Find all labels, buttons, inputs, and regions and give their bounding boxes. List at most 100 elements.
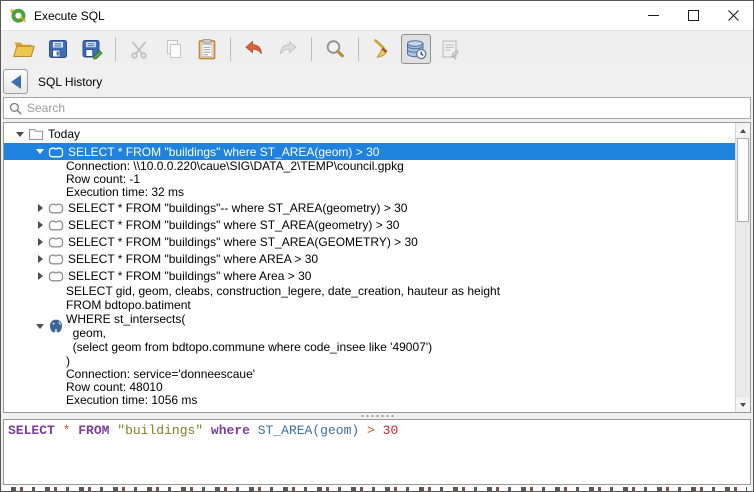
find-button[interactable] [320,34,350,64]
sql-token [359,423,367,438]
clipped-text-row [3,485,751,491]
undo-icon [242,37,266,61]
sql-token: where [211,423,250,438]
history-item-query: SELECT * FROM "buildings"-- where ST_ARE… [66,201,407,215]
copy-button [158,34,188,64]
toolbar-separator [311,37,312,61]
sql-token: "buildings" [117,423,203,438]
sql-token: SELECT [8,423,55,438]
history-item[interactable]: SELECT * FROM "buildings" where ST_AREA(… [4,216,735,233]
history-item[interactable]: SELECT * FROM "buildings" where ST_AREA(… [4,143,735,160]
save-button[interactable] [43,34,73,64]
toolbar-separator [115,37,116,61]
gpkg-icon [48,217,66,233]
close-icon [728,10,739,21]
maximize-button[interactable] [673,1,713,30]
copy-icon [161,37,185,61]
scroll-up-icon [740,129,746,133]
history-item[interactable]: SELECT * FROM "buildings" where Area > 3… [4,267,735,284]
scrollbar-thumb[interactable] [737,138,749,222]
postgres-icon [48,318,66,334]
expand-arrow-open-icon[interactable] [12,132,28,137]
sql-token: > [367,423,375,438]
window-controls [633,1,753,30]
redo-icon [276,37,300,61]
toolbar [1,31,753,67]
history-item-detail[interactable]: Execution time: 1056 ms [4,394,735,407]
sql-token: 30 [383,423,399,438]
expand-arrow-closed-icon[interactable] [32,255,48,263]
sql-token: ST_AREA [258,423,313,438]
sql-token [203,423,211,438]
sql-token: ( [312,423,320,438]
broom-icon [370,37,394,61]
minimize-button[interactable] [633,1,673,30]
open-file-button[interactable] [9,34,39,64]
back-arrow-icon [11,75,21,89]
history-tree: Today SELECT * FROM "buildings" where ST_… [3,122,751,413]
redo-button [273,34,303,64]
script-button [435,34,465,64]
cut-icon [127,37,151,61]
tree-item-today[interactable]: Today [4,125,735,143]
scroll-up-button[interactable] [736,123,750,138]
save-as-icon [80,37,104,61]
expand-arrow-closed-icon[interactable] [32,238,48,246]
window-title: Execute SQL [34,9,105,23]
history-item-query: SELECT * FROM "buildings" where ST_AREA(… [66,218,399,232]
scroll-down-icon [740,403,746,407]
gpkg-icon [48,268,66,284]
execute-sql-window: Execute SQL SQL History TodaySE [0,0,754,492]
history-tree-content: Today SELECT * FROM "buildings" where ST_… [4,125,735,407]
gpkg-icon [48,234,66,250]
search-box [3,97,751,119]
sql-token [55,423,63,438]
maximize-icon [688,10,699,21]
history-item-detail[interactable]: Execution time: 32 ms [4,186,735,199]
expand-arrow-closed-icon[interactable] [32,221,48,229]
undo-button[interactable] [239,34,269,64]
gpkg-icon [48,200,66,216]
sql-token: FROM [78,423,109,438]
toolbar-separator [358,37,359,61]
title-bar: Execute SQL [1,1,753,31]
sql-editor[interactable]: SELECT * FROM "buildings" where ST_AREA(… [3,419,751,485]
search-input[interactable] [27,101,750,115]
open-folder-icon [12,37,36,61]
save-as-button[interactable] [77,34,107,64]
history-item[interactable]: SELECT * FROM "buildings" where AREA > 3… [4,250,735,267]
history-item-query: SELECT * FROM "buildings" where AREA > 3… [66,252,318,266]
history-item[interactable]: SELECT * FROM "buildings"-- where ST_ARE… [4,199,735,216]
gpkg-icon [48,144,66,160]
history-item-query: SELECT * FROM "buildings" where Area > 3… [66,269,311,283]
close-button[interactable] [713,1,753,30]
scroll-down-button[interactable] [736,397,750,412]
sql-history-button[interactable] [401,34,431,64]
paste-icon [195,37,219,61]
save-icon [46,37,70,61]
history-item-query: SELECT * FROM "buildings" where ST_AREA(… [66,235,418,249]
back-button[interactable] [3,69,28,94]
sql-token [375,423,383,438]
clipped-text-marks [11,487,747,491]
clear-button[interactable] [367,34,397,64]
expand-arrow-closed-icon[interactable] [32,204,48,212]
expand-arrow-open-icon[interactable] [32,149,48,154]
qgis-logo-icon [9,7,27,25]
sql-history-title: SQL History [38,75,102,89]
sql-token: geom [320,423,351,438]
sql-history-header: SQL History [1,67,753,96]
toolbar-separator [230,37,231,61]
expand-arrow-closed-icon[interactable] [32,272,48,280]
history-item[interactable]: SELECT gid, geom, cleabs, construction_l… [4,284,735,368]
cut-button [124,34,154,64]
tree-scrollbar[interactable] [735,123,750,412]
database-clock-icon [404,37,428,61]
paste-button[interactable] [192,34,222,64]
expand-arrow-open-icon[interactable] [32,324,48,329]
history-item-query-multiline: SELECT gid, geom, cleabs, construction_l… [66,284,500,368]
history-item-query: SELECT * FROM "buildings" where ST_AREA(… [66,145,379,159]
history-item[interactable]: SELECT * FROM "buildings" where ST_AREA(… [4,233,735,250]
search-icon [9,102,22,115]
minimize-icon [648,10,659,21]
